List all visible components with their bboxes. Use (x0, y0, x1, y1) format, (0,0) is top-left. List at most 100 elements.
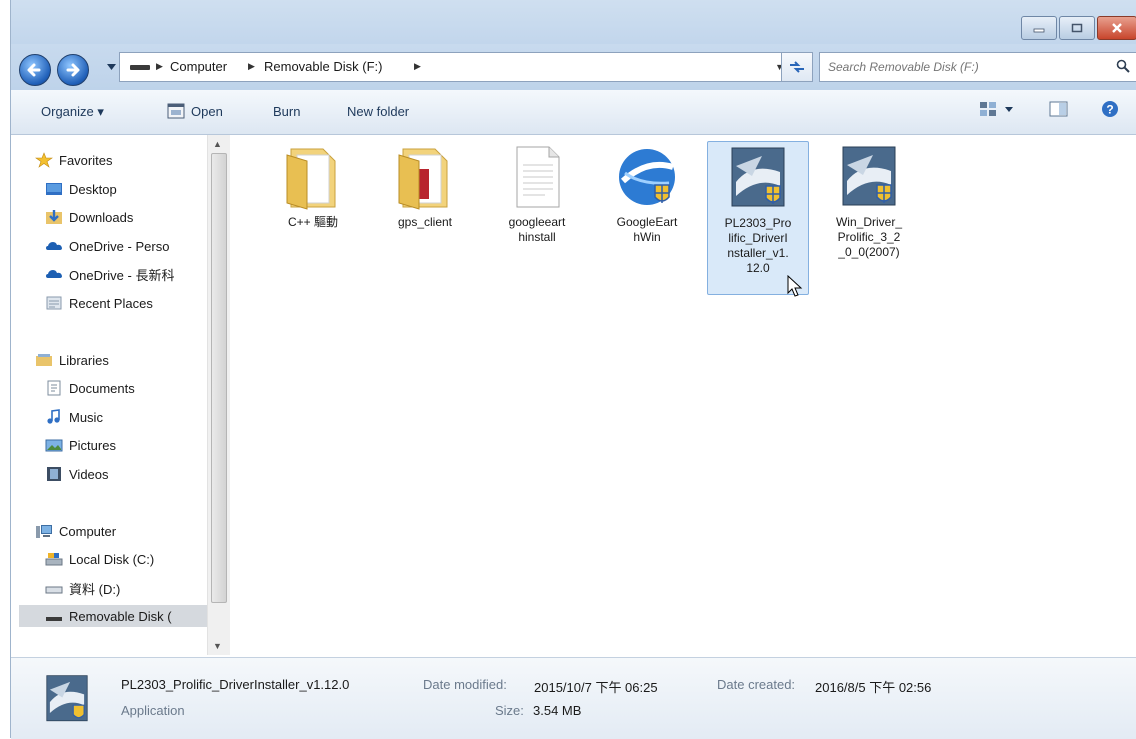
nav-label: 資料 (D:) (69, 581, 121, 597)
pictures-icon (45, 439, 63, 452)
nav-data-disk-d[interactable]: 資料 (D:) (45, 577, 120, 599)
nav-favorites[interactable]: Favorites (35, 149, 112, 171)
google-earth-icon (611, 141, 683, 213)
nav-videos[interactable]: Videos (45, 463, 109, 485)
nav-label: OneDrive - 長新科 (69, 267, 175, 283)
help-icon[interactable]: ? (1101, 100, 1119, 118)
burn-button[interactable]: Burn (273, 104, 300, 119)
nav-music[interactable]: Music (45, 406, 103, 428)
refresh-icon (790, 61, 804, 73)
nav-desktop[interactable]: Desktop (45, 178, 117, 200)
music-icon (47, 409, 60, 424)
search-input[interactable] (826, 57, 1110, 77)
breadcrumb-computer[interactable]: Computer (170, 59, 227, 74)
star-icon (35, 152, 53, 168)
nav-label: Music (69, 409, 103, 425)
file-item[interactable]: Win_Driver_ Prolific_3_2 _0_0(2007) (821, 141, 917, 260)
details-modified-value: 2015/10/7 下午 06:25 (534, 680, 658, 695)
nav-local-disk-c[interactable]: Local Disk (C:) (45, 548, 154, 570)
file-item[interactable]: C++ 驅動 (265, 141, 361, 230)
folder-icon (389, 141, 461, 213)
recent-places-icon (46, 296, 62, 310)
open-icon (167, 103, 185, 119)
installer-icon (722, 142, 794, 214)
breadcrumb-arrow-icon[interactable]: ▶ (248, 61, 255, 72)
preview-pane-icon[interactable] (1049, 100, 1069, 118)
nav-pictures[interactable]: Pictures (45, 434, 116, 456)
file-label: googleeart hinstall (508, 215, 566, 244)
recent-pages-dropdown-icon[interactable] (107, 64, 116, 70)
onedrive-icon (46, 270, 62, 278)
nav-label: Local Disk (C:) (69, 551, 155, 567)
file-item[interactable]: gps_client (377, 141, 473, 230)
caption-buttons (1019, 16, 1136, 40)
maximize-button[interactable] (1059, 16, 1095, 40)
address-bar[interactable]: ▶ Computer ▶ Removable Disk (F:) ▶ ▼ (119, 52, 807, 82)
nav-label: Removable Disk ( (69, 608, 172, 624)
organize-button[interactable]: Organize ▾ (41, 104, 104, 120)
nav-label: Pictures (69, 437, 116, 453)
nav-recent-places[interactable]: Recent Places (45, 292, 153, 314)
details-filename: PL2303_Prolific_DriverInstaller_v1.12.0 (121, 677, 350, 692)
close-button[interactable] (1097, 16, 1136, 40)
minimize-button[interactable] (1021, 16, 1057, 40)
nav-label: Documents (69, 380, 135, 396)
address-row: ▶ Computer ▶ Removable Disk (F:) ▶ ▼ (11, 44, 1136, 90)
details-modified-label: Date modified: (423, 677, 507, 692)
file-label: PL2303_Pro lific_DriverI nstaller_v1. 12… (724, 216, 792, 275)
maximize-icon (1071, 23, 1083, 33)
explorer-window: ▶ Computer ▶ Removable Disk (F:) ▶ ▼ Org… (10, 0, 1136, 739)
nav-label: Desktop (69, 181, 117, 197)
file-label: Win_Driver_ Prolific_3_2 _0_0(2007) (835, 215, 902, 259)
forward-arrow-icon (66, 63, 80, 77)
breadcrumb-removable-disk[interactable]: Removable Disk (F:) (264, 59, 382, 74)
refresh-button[interactable] (781, 52, 813, 82)
command-bar: Organize ▾ Open Burn New folder ? (11, 90, 1136, 135)
downloads-folder-icon (46, 210, 62, 224)
breadcrumb-arrow-icon[interactable]: ▶ (414, 61, 421, 72)
file-item-selected[interactable]: PL2303_Pro lific_DriverI nstaller_v1. 12… (707, 141, 809, 295)
file-label: GoogleEart hWin (616, 215, 678, 244)
installer-icon (46, 675, 88, 722)
title-bar (11, 0, 1136, 44)
nav-label: Videos (69, 466, 109, 482)
forward-button[interactable] (57, 54, 89, 86)
navigation-pane: Favorites Desktop Downloads OneDrive - P… (11, 135, 230, 655)
file-item[interactable]: GoogleEart hWin (599, 141, 695, 245)
nav-scrollbar[interactable]: ▲ ▼ (207, 135, 230, 655)
nav-onedrive-work[interactable]: OneDrive - 長新科 (45, 263, 174, 285)
details-created-label: Date created: (717, 677, 796, 692)
nav-documents[interactable]: Documents (45, 377, 135, 399)
details-size-value: 3.54 MB (533, 703, 582, 718)
nav-label: Recent Places (69, 295, 153, 311)
nav-computer[interactable]: Computer (35, 520, 116, 542)
view-dropdown-icon[interactable] (1005, 107, 1013, 112)
local-disk-icon (45, 553, 63, 566)
nav-libraries[interactable]: Libraries (35, 349, 109, 371)
scroll-down-arrow-icon[interactable]: ▼ (213, 641, 222, 651)
details-size-label: Size: (495, 703, 524, 718)
search-box[interactable] (819, 52, 1136, 82)
view-options-icon[interactable] (979, 100, 999, 118)
back-button[interactable] (19, 54, 51, 86)
minimize-icon (1033, 28, 1045, 33)
details-pane: PL2303_Prolific_DriverInstaller_v1.12.0 … (11, 657, 1136, 739)
folder-icon (277, 141, 349, 213)
text-file-icon (501, 141, 573, 213)
breadcrumb-arrow-icon[interactable]: ▶ (156, 61, 163, 72)
installer-icon (833, 141, 905, 213)
desktop-icon (46, 183, 62, 195)
back-arrow-icon (27, 63, 41, 77)
file-item[interactable]: googleeart hinstall (489, 141, 585, 245)
nav-label: Computer (59, 523, 117, 539)
scroll-thumb[interactable] (211, 153, 227, 603)
new-folder-button[interactable]: New folder (347, 104, 409, 119)
libraries-icon (36, 354, 52, 366)
documents-icon (47, 380, 61, 396)
search-icon[interactable] (1116, 59, 1130, 73)
nav-onedrive-personal[interactable]: OneDrive - Perso (45, 235, 169, 257)
scroll-up-arrow-icon[interactable]: ▲ (213, 139, 222, 149)
nav-removable-disk-f[interactable]: Removable Disk ( (19, 605, 207, 627)
nav-downloads[interactable]: Downloads (45, 206, 133, 228)
open-button[interactable]: Open (191, 104, 223, 119)
